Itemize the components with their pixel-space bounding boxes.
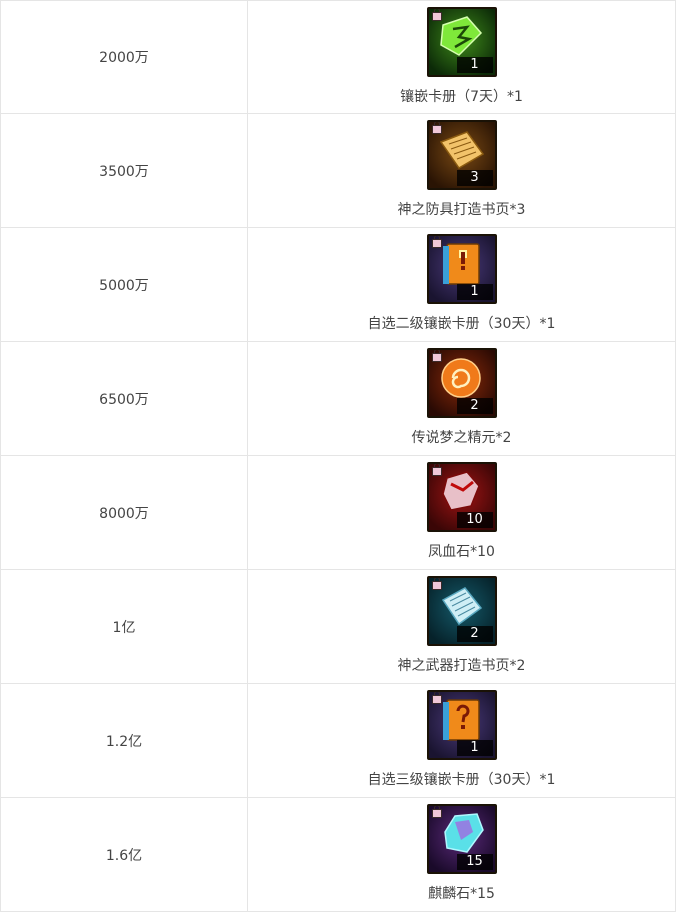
- reward-label: 自选三级镶嵌卡册（30天）*1: [367, 772, 556, 788]
- threshold-cell: 2000万: [1, 1, 248, 113]
- reward-label: 镶嵌卡册（7天）*1: [400, 89, 523, 105]
- threshold-value: 3500万: [99, 163, 149, 180]
- table-row: 8000万 10 凤血石*10: [1, 456, 675, 570]
- threshold-cell: 5000万: [1, 228, 248, 341]
- item-count-badge: 15: [456, 854, 493, 870]
- table-row: 3500万 3 神之防具打造书页*3: [1, 114, 675, 228]
- legend-dream-essence-icon: [437, 356, 485, 400]
- reward-cell: 2 神之武器打造书页*2: [248, 570, 675, 683]
- lock-icon: [431, 9, 442, 21]
- threshold-cell: 1.6亿: [1, 798, 248, 911]
- table-row: 1亿 2 神之武器打造书页*2: [1, 570, 675, 684]
- item-count-badge: 1: [456, 57, 493, 73]
- threshold-value: 8000万: [99, 505, 149, 522]
- lock-icon: [431, 692, 442, 704]
- reward-item-slot[interactable]: 2: [426, 348, 497, 418]
- orange-card-book-question-icon: [437, 698, 485, 742]
- reward-item-slot[interactable]: 2: [426, 576, 497, 646]
- lock-icon: [431, 806, 442, 818]
- reward-item-slot[interactable]: 15: [426, 804, 497, 874]
- item-count-badge: 2: [456, 626, 493, 642]
- threshold-value: 1.2亿: [105, 733, 143, 750]
- threshold-cell: 8000万: [1, 456, 248, 569]
- reward-label: 神之武器打造书页*2: [397, 658, 526, 674]
- threshold-value: 5000万: [99, 277, 149, 294]
- threshold-value: 1亿: [112, 619, 136, 636]
- lock-icon: [431, 350, 442, 362]
- threshold-cell: 1亿: [1, 570, 248, 683]
- reward-label: 自选二级镶嵌卡册（30天）*1: [367, 316, 556, 332]
- lock-icon: [431, 578, 442, 590]
- armor-crafting-pages-icon: [437, 128, 485, 172]
- reward-item-slot[interactable]: 3: [426, 120, 497, 190]
- reward-item-slot[interactable]: 10: [426, 462, 497, 532]
- reward-cell: 1 自选二级镶嵌卡册（30天）*1: [248, 228, 675, 341]
- threshold-value: 1.6亿: [105, 847, 143, 864]
- lock-icon: [431, 122, 442, 134]
- reward-item-slot[interactable]: 1: [426, 690, 497, 760]
- item-count-badge: 1: [456, 740, 493, 756]
- item-count-badge: 1: [456, 284, 493, 300]
- item-count-badge: 3: [456, 170, 493, 186]
- reward-label: 凤血石*10: [428, 544, 495, 560]
- lock-icon: [431, 464, 442, 476]
- reward-item-slot[interactable]: 1: [426, 234, 497, 304]
- item-count-badge: 10: [456, 512, 493, 528]
- threshold-value: 6500万: [99, 391, 149, 408]
- green-card-album-icon: [437, 15, 485, 59]
- reward-table: 2000万 1 镶嵌卡册（7天）*1 3500万 3 神之防具打造书页*3 50…: [0, 0, 676, 912]
- orange-card-book-exclamation-icon: [437, 242, 485, 286]
- reward-cell: 10 凤血石*10: [248, 456, 675, 569]
- reward-item-slot[interactable]: 1: [426, 7, 497, 77]
- reward-label: 神之防具打造书页*3: [397, 202, 526, 218]
- reward-cell: 15 麒麟石*15: [248, 798, 675, 911]
- reward-cell: 1 镶嵌卡册（7天）*1: [248, 1, 675, 113]
- table-row: 1.2亿 1 自选三级镶嵌卡册（30天）*1: [1, 684, 675, 798]
- table-row: 6500万 2 传说梦之精元*2: [1, 342, 675, 456]
- weapon-crafting-pages-icon: [437, 584, 485, 628]
- reward-cell: 2 传说梦之精元*2: [248, 342, 675, 455]
- reward-cell: 1 自选三级镶嵌卡册（30天）*1: [248, 684, 675, 797]
- threshold-value: 2000万: [99, 50, 149, 66]
- reward-label: 麒麟石*15: [428, 886, 495, 902]
- lock-icon: [431, 236, 442, 248]
- reward-label: 传说梦之精元*2: [411, 430, 512, 446]
- phoenix-blood-stone-icon: [437, 470, 485, 514]
- reward-cell: 3 神之防具打造书页*3: [248, 114, 675, 227]
- table-row: 1.6亿 15 麒麟石*15: [1, 798, 675, 912]
- table-row: 5000万 1 自选二级镶嵌卡册（30天）*1: [1, 228, 675, 342]
- threshold-cell: 1.2亿: [1, 684, 248, 797]
- qilin-stone-icon: [437, 812, 485, 856]
- threshold-cell: 6500万: [1, 342, 248, 455]
- table-row: 2000万 1 镶嵌卡册（7天）*1: [1, 0, 675, 114]
- item-count-badge: 2: [456, 398, 493, 414]
- threshold-cell: 3500万: [1, 114, 248, 227]
